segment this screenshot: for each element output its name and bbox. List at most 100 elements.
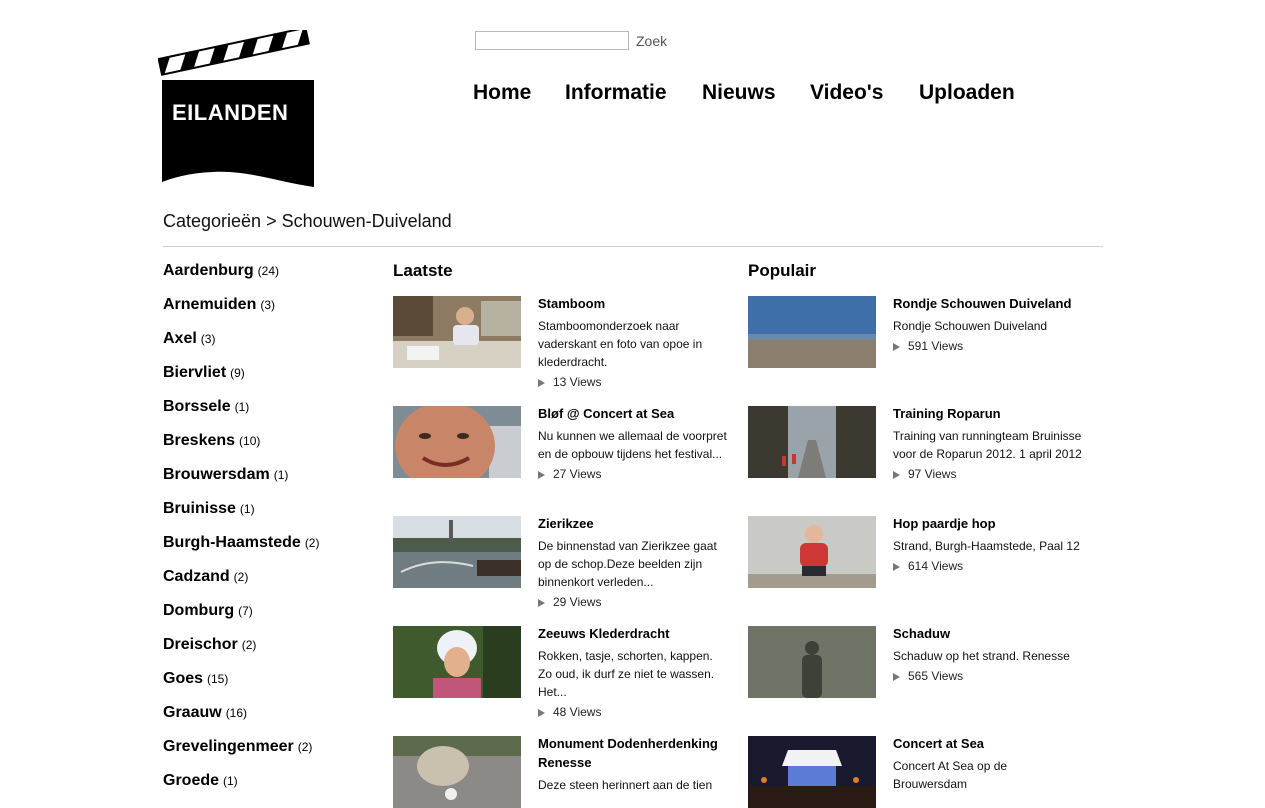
category-link[interactable]: Cadzand [163, 568, 230, 585]
views-count: 48 Views [553, 705, 602, 719]
views-count: 27 Views [553, 467, 602, 481]
category-link[interactable]: Dreischor [163, 636, 238, 653]
category-count: (24) [257, 264, 280, 278]
popular-videos: Populair Rondje Schouwen Duiveland Rondj… [748, 260, 1088, 808]
video-title[interactable]: Hop paardje hop [893, 514, 1083, 533]
video-title[interactable]: Rondje Schouwen Duiveland [893, 294, 1083, 313]
video-title[interactable]: Stamboom [538, 294, 728, 313]
stone-monument-thumbnail-icon [393, 736, 521, 808]
video-description: Deze steen herinnert aan de tien [538, 778, 713, 792]
category-item: Grevelingenmeer (2) [163, 735, 319, 769]
latest-videos: Laatste Stamboom Stamboomonderzoek naar … [393, 260, 733, 808]
video-info: Stamboom Stamboomonderzoek naar vaderska… [538, 296, 728, 389]
video-title[interactable]: Monument Dodenherdenking Renesse [538, 734, 728, 772]
nav-nieuws[interactable]: Nieuws [702, 81, 776, 105]
shadow-thumbnail-icon [748, 626, 876, 698]
latest-heading: Laatste [393, 261, 453, 280]
video-thumbnail[interactable] [748, 516, 876, 588]
nav-home[interactable]: Home [473, 81, 531, 105]
category-count: (1) [223, 774, 238, 788]
play-icon [893, 343, 900, 351]
video-thumbnail[interactable] [748, 626, 876, 698]
video-thumbnail[interactable] [748, 296, 876, 368]
video-thumbnail[interactable] [393, 626, 521, 698]
category-link[interactable]: Breskens [163, 432, 235, 449]
video-title[interactable]: Training Roparun [893, 404, 1083, 423]
category-count: (2) [241, 638, 257, 652]
video-views: 27 Views [538, 467, 728, 481]
category-link[interactable]: Borssele [163, 398, 231, 415]
category-link[interactable]: Biervliet [163, 364, 226, 381]
video-title[interactable]: Concert at Sea [893, 734, 1083, 753]
category-count: (2) [233, 570, 249, 584]
video-info: Schaduw Schaduw op het strand. Renesse 5… [893, 626, 1083, 683]
video-title[interactable]: Schaduw [893, 624, 1083, 643]
video-views: 48 Views [538, 705, 728, 719]
video-thumbnail[interactable] [748, 406, 876, 478]
category-item: Borssele (1) [163, 395, 319, 429]
category-count: (1) [239, 502, 255, 516]
category-link[interactable]: Burgh-Haamstede [163, 534, 301, 551]
video-info: Zeeuws Klederdracht Rokken, tasje, schor… [538, 626, 728, 719]
video-thumbnail[interactable] [393, 516, 521, 588]
popular-heading: Populair [748, 261, 817, 280]
category-link[interactable]: Axel [163, 330, 197, 347]
category-count: (2) [297, 740, 313, 754]
category-item: Burgh-Haamstede (2) [163, 531, 319, 565]
nav-informatie[interactable]: Informatie [565, 81, 667, 105]
video-title[interactable]: Zierikzee [538, 514, 728, 533]
search-button[interactable]: Zoek [636, 33, 667, 49]
category-link[interactable]: Groede [163, 772, 219, 789]
category-link[interactable]: Domburg [163, 602, 234, 619]
views-count: 13 Views [553, 375, 602, 389]
video-thumbnail[interactable] [393, 406, 521, 478]
woman-bonnet-thumbnail-icon [393, 626, 521, 698]
category-item: Dreischor (2) [163, 633, 319, 667]
category-link[interactable]: Bruinisse [163, 500, 236, 517]
video-title[interactable]: Bløf @ Concert at Sea [538, 404, 728, 423]
category-count: (9) [230, 366, 245, 380]
category-count: (10) [239, 434, 261, 448]
video-description: Rokken, tasje, schorten, kappen. Zo oud,… [538, 649, 715, 699]
category-item: Groede (1) [163, 769, 319, 803]
category-count: (15) [207, 672, 229, 686]
category-count: (3) [200, 332, 216, 346]
category-link[interactable]: Brouwersdam [163, 466, 270, 483]
category-link[interactable]: Graauw [163, 704, 222, 721]
nav-videos[interactable]: Video's [810, 81, 883, 105]
video-info: Bløf @ Concert at Sea Nu kunnen we allem… [538, 406, 728, 481]
video-thumbnail[interactable] [748, 736, 876, 808]
play-icon [538, 471, 545, 479]
category-item: Cadzand (2) [163, 565, 319, 599]
views-count: 614 Views [908, 559, 964, 573]
video-title[interactable]: Zeeuws Klederdracht [538, 624, 728, 643]
search-input[interactable] [475, 31, 629, 50]
video-description: Training van runningteam Bruinisse voor … [893, 429, 1082, 461]
video-thumbnail[interactable] [393, 296, 521, 368]
category-list: Aardenburg (24) Arnemuiden (3) Axel (3) Bie… [163, 259, 319, 803]
category-item: Graauw (16) [163, 701, 319, 735]
category-link[interactable]: Goes [163, 670, 203, 687]
video-info: Monument Dodenherdenking Renesse Deze st… [538, 736, 728, 794]
site-logo[interactable]: EILANDEN [157, 26, 318, 190]
category-item: Biervliet (9) [163, 361, 319, 395]
stage-night-thumbnail-icon [748, 736, 876, 808]
category-item: Bruinisse (1) [163, 497, 319, 531]
logo-text: EILANDEN [172, 100, 289, 125]
category-item: Goes (15) [163, 667, 319, 701]
video-views: 565 Views [893, 669, 1083, 683]
nav-uploaden[interactable]: Uploaden [919, 81, 1015, 105]
video-info: Zierikzee De binnenstad van Zierikzee ga… [538, 516, 728, 609]
video-thumbnail[interactable] [393, 736, 521, 808]
category-link[interactable]: Arnemuiden [163, 296, 256, 313]
beach-thumbnail-icon [748, 296, 876, 368]
views-count: 591 Views [908, 339, 964, 353]
category-item: Axel (3) [163, 327, 319, 361]
category-link[interactable]: Grevelingenmeer [163, 738, 294, 755]
category-item: Domburg (7) [163, 599, 319, 633]
category-count: (16) [225, 706, 248, 720]
category-count: (2) [304, 536, 320, 550]
category-item: Aardenburg (24) [163, 259, 319, 293]
play-icon [538, 599, 545, 607]
category-link[interactable]: Aardenburg [163, 262, 254, 279]
